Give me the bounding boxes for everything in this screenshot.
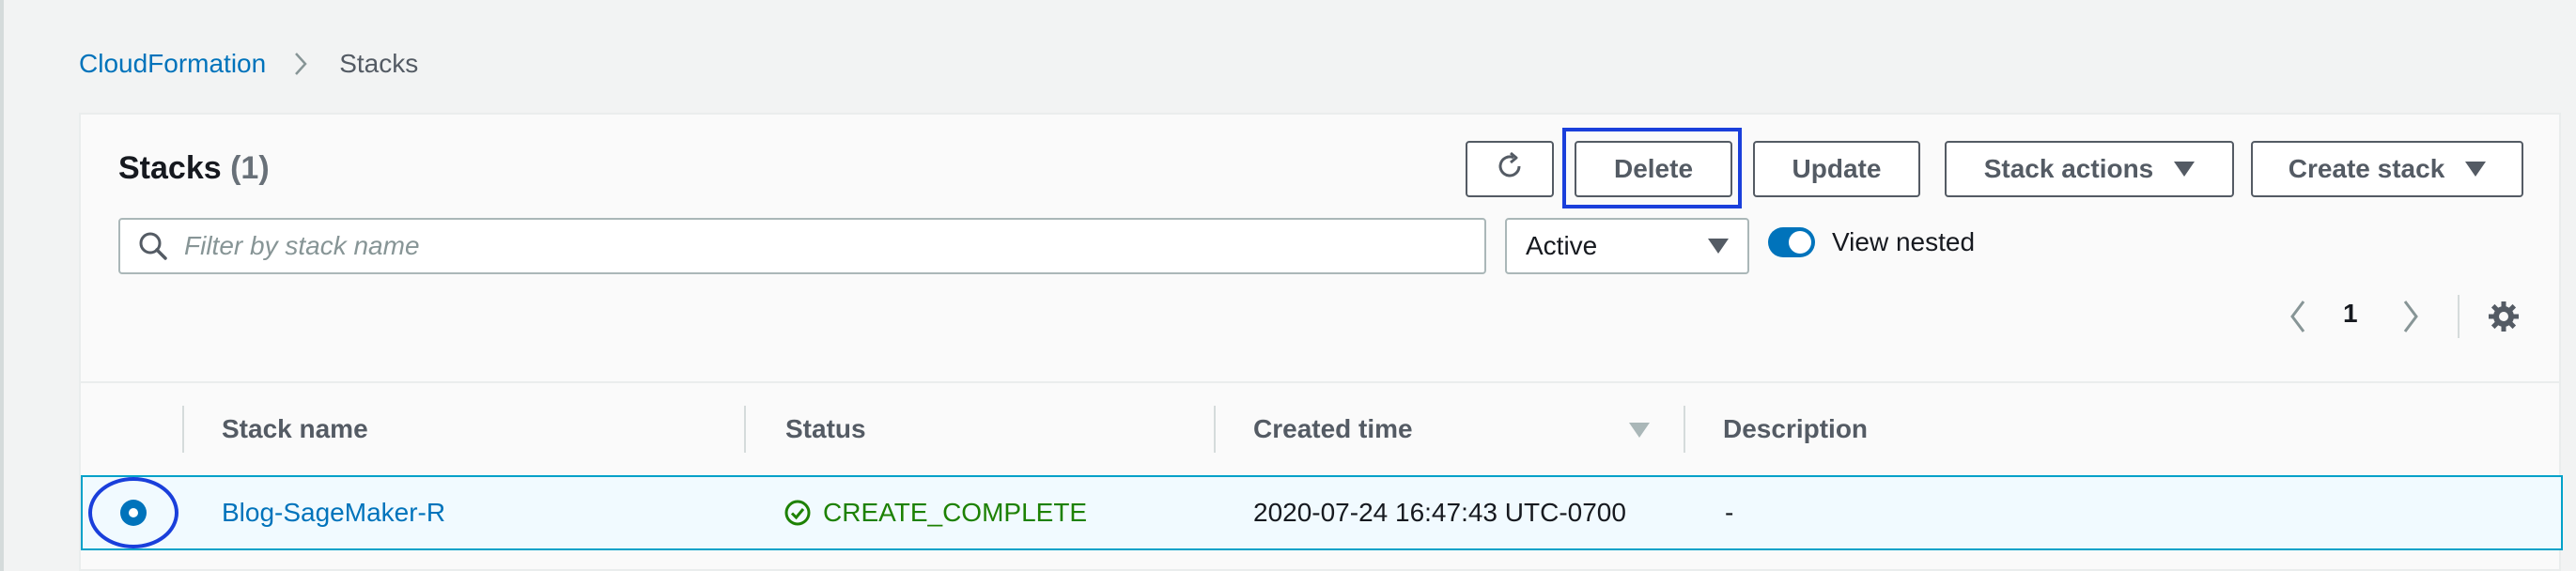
status-filter-select[interactable]: Active xyxy=(1505,218,1749,274)
caret-down-icon xyxy=(2465,162,2487,177)
previous-page-button[interactable] xyxy=(2287,293,2309,340)
update-button[interactable]: Update xyxy=(1753,141,1920,197)
status-filter-value: Active xyxy=(1526,231,1598,260)
stack-name-filter xyxy=(118,218,1486,274)
stacks-panel: Stacks (1) Delete Update Stack actions C… xyxy=(79,113,2563,571)
gear-icon xyxy=(2489,301,2519,332)
breadcrumb-current: Stacks xyxy=(339,49,419,78)
sort-descending-icon xyxy=(1629,423,1650,438)
check-circle-icon xyxy=(784,500,811,526)
stack-count: (1) xyxy=(230,150,270,186)
column-divider xyxy=(1684,406,1685,453)
panel-title: Stacks (1) xyxy=(118,150,270,187)
breadcrumb-cloudformation-link[interactable]: CloudFormation xyxy=(79,49,266,79)
create-stack-button[interactable]: Create stack xyxy=(2251,141,2523,197)
column-divider xyxy=(182,406,184,453)
view-nested-control: View nested xyxy=(1768,227,1975,257)
status-text: CREATE_COMPLETE xyxy=(823,498,1088,527)
description-cell: - xyxy=(1725,498,1734,527)
search-input[interactable] xyxy=(182,230,1407,262)
caret-down-icon xyxy=(2174,162,2196,177)
created-time-cell: 2020-07-24 16:47:43 UTC-0700 xyxy=(1253,498,1626,527)
chevron-right-icon xyxy=(294,50,313,78)
column-header-status[interactable]: Status xyxy=(785,383,866,475)
table-header: Stack name Status Created time Descripti… xyxy=(81,381,2559,475)
current-page-number[interactable]: 1 xyxy=(2343,299,2358,329)
chevron-left-icon xyxy=(2290,301,2305,332)
stack-actions-label: Stack actions xyxy=(1983,154,2154,183)
breadcrumb: CloudFormation Stacks xyxy=(79,47,418,81)
settings-button[interactable] xyxy=(2486,299,2522,334)
table-row[interactable]: Blog-SageMaker-R CREATE_COMPLETE 2020-07… xyxy=(81,475,2563,550)
view-nested-toggle[interactable] xyxy=(1768,227,1815,257)
caret-down-icon xyxy=(1708,239,1729,254)
stack-actions-button[interactable]: Stack actions xyxy=(1945,141,2234,197)
view-nested-label: View nested xyxy=(1832,227,1976,256)
next-page-button[interactable] xyxy=(2399,293,2422,340)
refresh-button[interactable] xyxy=(1466,141,1554,197)
refresh-icon xyxy=(1493,149,1527,190)
search-icon xyxy=(137,230,169,262)
row-select-radio[interactable] xyxy=(120,500,147,526)
column-header-stack-name[interactable]: Stack name xyxy=(222,383,368,475)
panel-header: Stacks (1) Delete Update Stack actions C… xyxy=(81,115,2559,381)
left-edge-border xyxy=(0,0,4,571)
pager-divider xyxy=(2458,295,2460,338)
panel-title-text: Stacks xyxy=(118,150,222,186)
create-stack-label: Create stack xyxy=(2288,154,2445,183)
delete-button-annotation-highlight xyxy=(1562,128,1742,208)
column-header-created-time[interactable]: Created time xyxy=(1253,383,1413,475)
column-divider xyxy=(1214,406,1216,453)
column-divider xyxy=(744,406,746,453)
stack-name-link[interactable]: Blog-SageMaker-R xyxy=(222,477,445,548)
column-header-description[interactable]: Description xyxy=(1723,383,1868,475)
status-cell: CREATE_COMPLETE xyxy=(784,477,1087,548)
chevron-right-icon xyxy=(2403,301,2418,332)
